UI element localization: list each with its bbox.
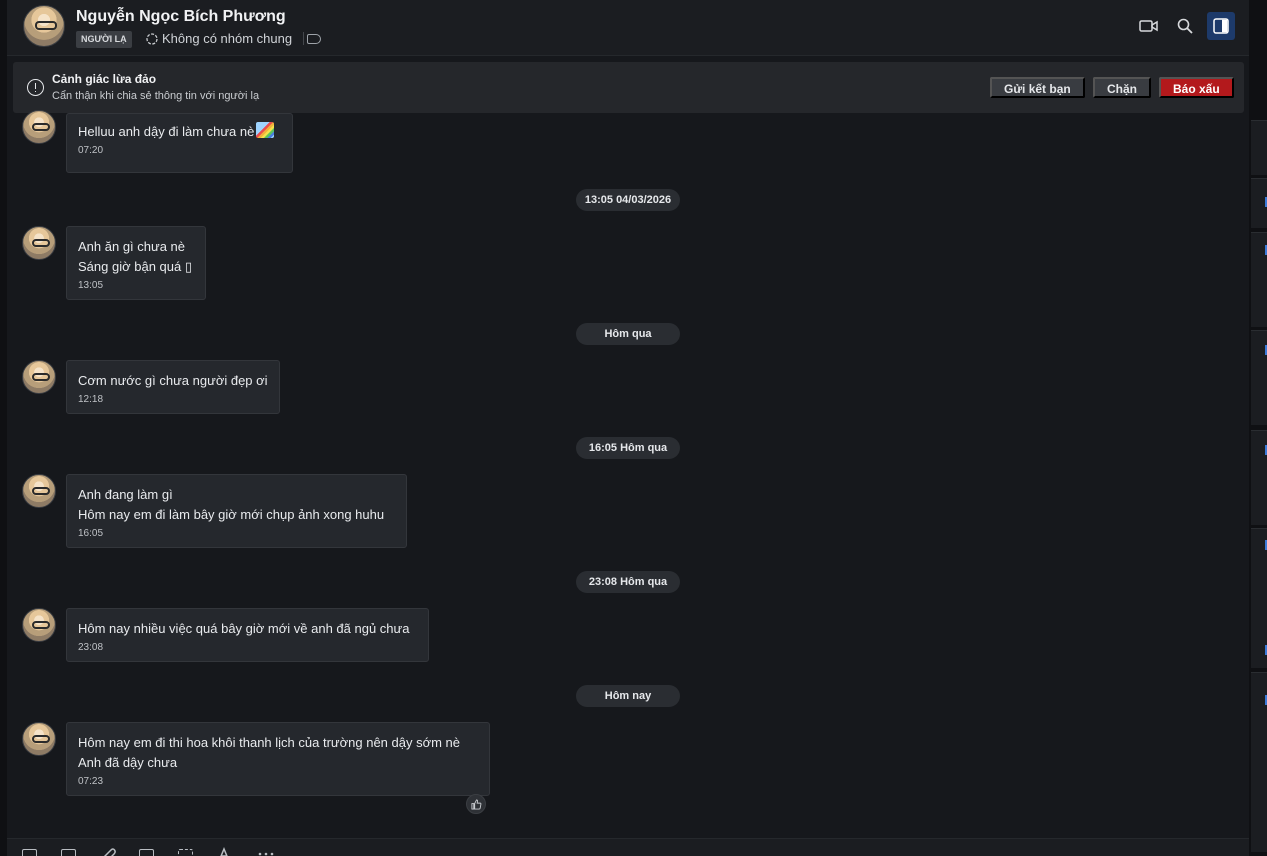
date-divider: 16:05 Hôm qua: [576, 437, 680, 459]
video-call-button[interactable]: [1135, 12, 1163, 40]
message-time: 23:08: [78, 642, 104, 653]
contact-card-icon[interactable]: [138, 847, 156, 856]
message-text: Helluu anh dậy đi làm chưa nè: [78, 122, 281, 142]
message-text: Hôm nay em đi thi hoa khôi thanh lịch củ…: [78, 735, 461, 750]
sidebar-toggle-button[interactable]: [1207, 12, 1235, 40]
message-bubble[interactable]: Hôm nay nhiều việc quá bây giờ mới về an…: [66, 608, 429, 662]
video-camera-icon: [1139, 20, 1158, 32]
message-bubble[interactable]: Hôm nay em đi thi hoa khôi thanh lịch củ…: [66, 722, 490, 796]
search-button[interactable]: [1171, 12, 1199, 40]
message-avatar[interactable]: [22, 608, 56, 642]
message-avatar[interactable]: [22, 226, 56, 260]
message-text: Anh đã dậy chưa: [78, 755, 178, 770]
date-divider: 23:08 Hôm qua: [576, 571, 680, 593]
message-time: 07:20: [78, 145, 104, 156]
composer-toolbar: [7, 838, 1249, 856]
sticker-icon[interactable]: [21, 847, 39, 856]
message-text: Cơm nước gì chưa người đẹp ơi: [78, 373, 268, 388]
message-avatar[interactable]: [22, 474, 56, 508]
thumbs-up-icon: [470, 798, 481, 810]
text-format-icon[interactable]: [217, 847, 235, 856]
contact-avatar[interactable]: [23, 5, 65, 47]
message-avatar[interactable]: [22, 110, 56, 144]
date-divider: Hôm nay: [576, 685, 680, 707]
left-edge: [0, 0, 7, 856]
message-text: Anh đang làm gì: [78, 487, 173, 502]
warning-title: Cảnh giác lừa đảo: [52, 72, 157, 86]
common-groups-label: Không có nhóm chung: [162, 31, 293, 46]
more-options-icon[interactable]: [257, 847, 275, 856]
search-icon: [1177, 18, 1193, 34]
message-avatar[interactable]: [22, 722, 56, 756]
message-text: Sáng giờ bận quá ▯: [78, 259, 192, 274]
group-icon: [146, 32, 158, 45]
message-bubble[interactable]: Anh đang làm gì Hôm nay em đi làm bây gi…: [66, 474, 407, 548]
message-bubble[interactable]: Cơm nước gì chưa người đẹp ơi 12:18: [66, 360, 280, 414]
rainbow-emoji: [256, 122, 275, 138]
image-icon[interactable]: [60, 847, 78, 856]
message-time: 13:05: [78, 280, 104, 291]
message-text: Anh ăn gì chưa nè: [78, 239, 186, 254]
info-circle-icon: [27, 79, 44, 96]
screenshot-icon[interactable]: [177, 847, 195, 856]
report-button[interactable]: Báo xấu: [1159, 77, 1234, 98]
message-avatar[interactable]: [22, 360, 56, 394]
chat-header: Nguyễn Ngọc Bích Phương NGƯỜI LẠ Không c…: [7, 0, 1249, 56]
message-bubble[interactable]: Helluu anh dậy đi làm chưa nè 07:20: [66, 113, 293, 173]
attachment-icon[interactable]: [99, 847, 117, 856]
message-time: 07:23: [78, 776, 104, 787]
message-text: Hôm nay em đi làm bây giờ mới chụp ảnh x…: [78, 507, 385, 522]
like-reaction-button[interactable]: [466, 794, 486, 814]
warning-subtitle: Cẩn thận khi chia sẻ thông tin với người…: [52, 90, 260, 102]
date-divider: Hôm qua: [576, 323, 680, 345]
date-divider: 13:05 04/03/2026: [576, 189, 680, 211]
message-time: 16:05: [78, 528, 104, 539]
add-friend-button[interactable]: Gửi kết bạn: [990, 77, 1085, 98]
message-time: 12:18: [78, 394, 104, 405]
block-button[interactable]: Chặn: [1093, 77, 1151, 98]
sidebar-panel-icon: [1213, 18, 1229, 34]
message-bubble[interactable]: Anh ăn gì chưa nè Sáng giờ bận quá ▯ 13:…: [66, 226, 206, 300]
common-groups-info[interactable]: Không có nhóm chung: [145, 31, 305, 46]
label-tag-icon[interactable]: [307, 34, 321, 44]
contact-name[interactable]: Nguyễn Ngọc Bích Phương: [76, 8, 286, 26]
stranger-badge: NGƯỜI LẠ: [76, 31, 132, 48]
scam-warning-banner: Cảnh giác lừa đảo Cẩn thận khi chia sẻ t…: [13, 62, 1244, 113]
right-sidebar-edge: [1249, 0, 1267, 856]
header-separator: [303, 32, 305, 45]
message-text: Hôm nay nhiều việc quá bây giờ mới về an…: [78, 621, 410, 636]
